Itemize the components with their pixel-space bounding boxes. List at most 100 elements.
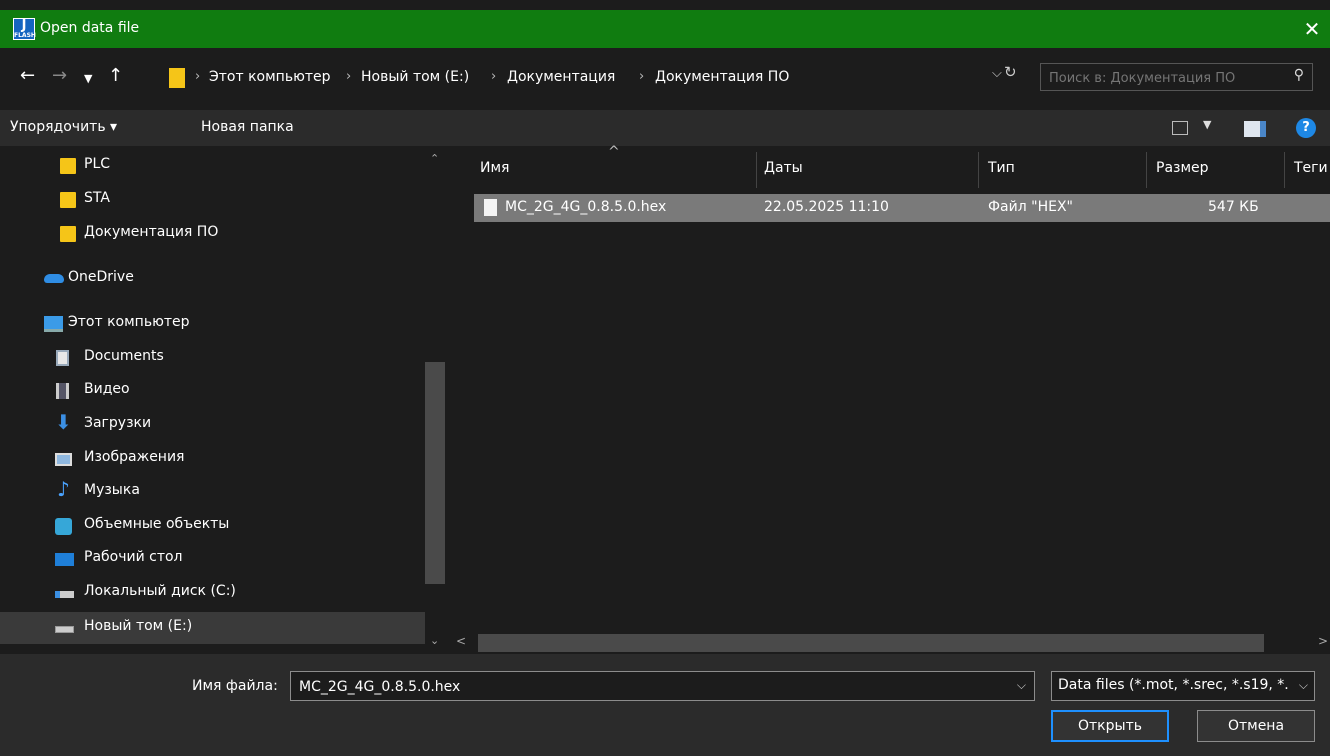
breadcrumb-documentation[interactable]: Документация — [507, 69, 615, 85]
nav-item-label: Этот компьютер — [68, 314, 190, 330]
3d-objects-icon — [55, 518, 72, 535]
video-icon — [56, 383, 69, 399]
nav-item-plc[interactable]: PLC — [0, 150, 425, 182]
chevron-down-icon[interactable]: ⌵ — [1296, 678, 1308, 693]
file-name: MC_2G_4G_0.8.5.0.hex — [505, 199, 667, 215]
navigation-pane[interactable]: PLC STA Документация ПО OneDrive Этот ко… — [0, 146, 448, 654]
preview-pane-icon[interactable] — [1244, 121, 1266, 137]
column-divider[interactable] — [1284, 152, 1285, 188]
column-header-tags[interactable]: Теги — [1294, 160, 1328, 176]
nav-item-local-disk-c[interactable]: Локальный диск (C:) — [0, 577, 425, 609]
dialog-footer: Имя файла: ⌵ Data files (*.mot, *.srec, … — [0, 654, 1330, 756]
nav-scrollbar[interactable]: ⌃ ⌄ — [425, 146, 447, 654]
nav-item-label: Объемные объекты — [84, 516, 230, 532]
chevron-right-icon[interactable]: > — [1318, 634, 1328, 648]
nav-item-label: Видео — [84, 381, 130, 397]
nav-item-this-pc[interactable]: Этот компьютер — [0, 308, 425, 340]
nav-item-label: Новый том (E:) — [84, 618, 193, 634]
refresh-icon: ↻ — [1004, 63, 1017, 81]
help-icon[interactable]: ? — [1296, 118, 1316, 138]
view-options-icon[interactable] — [1172, 121, 1188, 135]
nav-item-video[interactable]: Видео — [0, 375, 425, 407]
search-icon[interactable]: ⚲ — [1294, 67, 1304, 83]
nav-item-documentation-po[interactable]: Документация ПО — [0, 218, 425, 250]
nav-item-pictures[interactable]: Изображения — [0, 443, 425, 475]
breadcrumb-separator: › — [639, 69, 645, 84]
chevron-down-icon[interactable]: ▼ — [1203, 118, 1211, 131]
open-button[interactable]: Открыть — [1051, 710, 1169, 742]
arrow-left-icon: ← — [20, 65, 36, 86]
file-type-filter-select[interactable]: Data files (*.mot, *.srec, *.s19, *. ⌵ — [1051, 671, 1315, 701]
drive-icon — [55, 591, 74, 598]
chevron-left-icon[interactable]: < — [456, 634, 466, 648]
column-divider[interactable] — [756, 152, 757, 188]
organize-button[interactable]: Упорядочить ▾ — [10, 119, 117, 135]
column-header-name[interactable]: Имя — [480, 160, 509, 176]
close-icon: ✕ — [1303, 17, 1321, 41]
chevron-down-icon: ▼ — [84, 72, 93, 85]
file-type: Файл "HEX" — [988, 199, 1073, 215]
folder-icon — [60, 192, 76, 208]
column-header-size[interactable]: Размер — [1156, 160, 1209, 176]
filename-input[interactable] — [291, 672, 1001, 702]
nav-item-music[interactable]: ♪ Музыка — [0, 476, 425, 508]
address-dropdown-button[interactable]: ⌵ — [992, 66, 1002, 81]
nav-item-label: Рабочий стол — [84, 549, 183, 565]
chevron-down-icon: ⌵ — [992, 66, 1002, 81]
nav-item-documents[interactable]: Documents — [0, 342, 425, 374]
refresh-button[interactable]: ↻ — [1004, 63, 1017, 81]
forward-button[interactable]: → — [52, 66, 67, 86]
new-folder-button[interactable]: Новая папка — [201, 119, 294, 135]
back-button[interactable]: ← — [20, 66, 35, 86]
file-date: 22.05.2025 11:10 — [764, 199, 889, 215]
up-button[interactable]: ↑ — [108, 66, 123, 86]
recent-locations-button[interactable]: ▼ — [84, 69, 92, 89]
folder-icon — [60, 226, 76, 242]
nav-item-label: OneDrive — [68, 269, 134, 285]
app-icon-sub: FLASH — [14, 32, 36, 39]
chevron-up-icon[interactable]: ⌃ — [430, 152, 439, 165]
nav-item-downloads[interactable]: ⬇ Загрузки — [0, 409, 425, 441]
search-input[interactable] — [1041, 64, 1291, 92]
horizontal-scrollbar[interactable]: < > — [448, 630, 1330, 652]
chevron-down-icon[interactable]: ⌵ — [1017, 678, 1026, 693]
desktop-icon — [55, 553, 74, 566]
horizontal-scrollbar-thumb[interactable] — [478, 634, 1264, 652]
nav-item-sta[interactable]: STA — [0, 184, 425, 216]
column-divider[interactable] — [978, 152, 979, 188]
chevron-down-icon[interactable]: ⌄ — [430, 634, 439, 647]
nav-item-volume-e[interactable]: Новый том (E:) — [0, 612, 425, 644]
nav-item-onedrive[interactable]: OneDrive — [0, 263, 425, 295]
pictures-icon — [55, 453, 72, 466]
nav-item-3d-objects[interactable]: Объемные объекты — [0, 510, 425, 542]
nav-item-label: Изображения — [84, 449, 185, 465]
address-bar[interactable]: › Этот компьютер › Новый том (E:) › Доку… — [163, 64, 1025, 92]
nav-item-desktop[interactable]: Рабочий стол — [0, 543, 425, 575]
app-icon-letter: J — [21, 18, 27, 33]
breadcrumb-separator: › — [346, 69, 352, 84]
download-icon: ⬇ — [55, 410, 72, 434]
file-list[interactable]: ^ Имя Даты Тип Размер Теги MC_2G_4G_0.8.… — [448, 144, 1330, 654]
breadcrumb-documentation-po[interactable]: Документация ПО — [655, 69, 789, 85]
nav-item-label: Локальный диск (C:) — [84, 583, 236, 599]
breadcrumb-separator: › — [195, 69, 201, 84]
breadcrumb-volume-e[interactable]: Новый том (E:) — [361, 69, 469, 85]
folder-icon — [169, 68, 185, 88]
title-bar[interactable]: J FLASH Open data file ✕ — [0, 10, 1330, 48]
nav-scrollbar-thumb[interactable] — [425, 362, 445, 584]
column-header-date[interactable]: Даты — [764, 160, 803, 176]
nav-item-label: Documents — [84, 348, 164, 364]
search-box[interactable]: ⚲ — [1040, 63, 1313, 92]
close-button[interactable]: ✕ — [1294, 10, 1330, 48]
cancel-button[interactable]: Отмена — [1197, 710, 1315, 742]
folder-icon — [60, 158, 76, 174]
file-icon — [484, 199, 497, 216]
app-icon: J FLASH — [13, 18, 36, 40]
column-header-type[interactable]: Тип — [988, 160, 1015, 176]
filename-combobox[interactable]: ⌵ — [290, 671, 1035, 702]
breadcrumb-this-pc[interactable]: Этот компьютер — [209, 69, 331, 85]
table-row[interactable]: MC_2G_4G_0.8.5.0.hex 22.05.2025 11:10 Фа… — [474, 194, 1330, 222]
column-divider[interactable] — [1146, 152, 1147, 188]
nav-item-label: STA — [84, 190, 110, 206]
nav-item-label: Загрузки — [84, 415, 152, 431]
